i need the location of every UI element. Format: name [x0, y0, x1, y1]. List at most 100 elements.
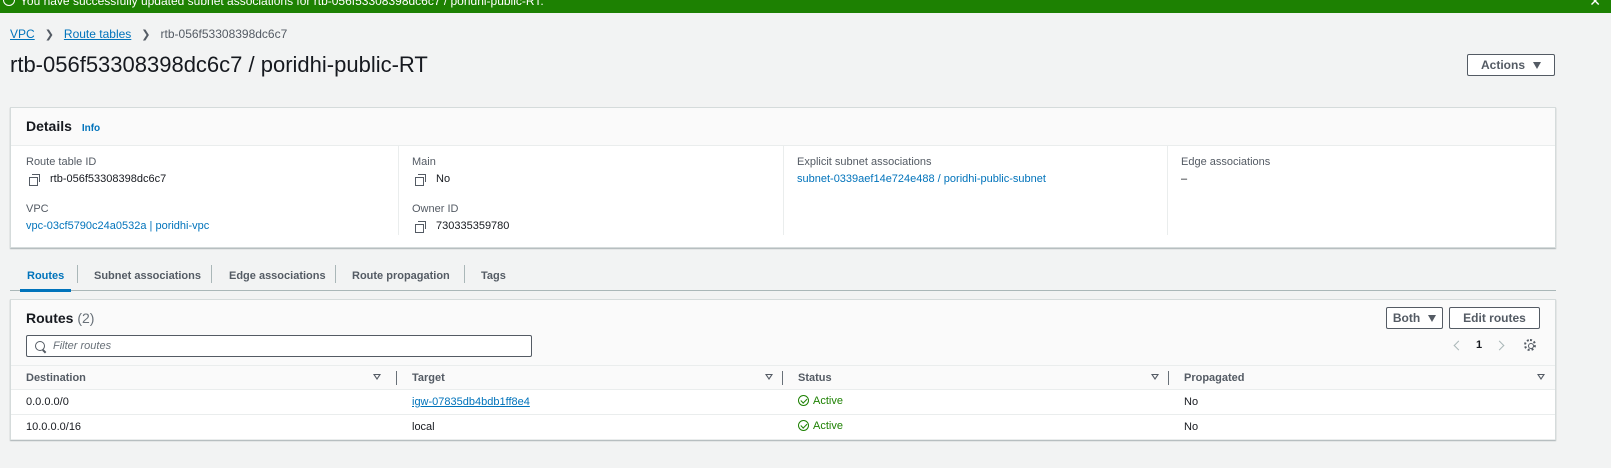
table-header-row: Destination Target Status Propagated: [11, 365, 1555, 390]
routes-count: (2): [77, 310, 95, 326]
page-number[interactable]: 1: [1476, 339, 1482, 351]
next-page-icon[interactable]: [1494, 340, 1505, 350]
banner-message: You have successfully updated subnet ass…: [20, 0, 544, 8]
tab-divider: [335, 265, 336, 283]
main-value: No: [415, 173, 451, 186]
breadcrumb-vpc[interactable]: VPC: [10, 27, 35, 41]
routes-title-text: Routes: [26, 310, 74, 326]
vpc-label: VPC: [26, 203, 49, 215]
info-link[interactable]: Info: [82, 123, 100, 134]
propagated-cell: No: [1169, 389, 1555, 415]
column-header-label: Target: [412, 371, 445, 384]
destination-cell: 0.0.0.0/0: [11, 389, 397, 415]
tab-routes[interactable]: Routes: [19, 262, 72, 292]
status-text: Active: [813, 419, 843, 432]
column-header-propagated[interactable]: Propagated: [1169, 365, 1555, 390]
column-header-target[interactable]: Target: [397, 365, 783, 390]
tab-route-propagation[interactable]: Route propagation: [352, 262, 450, 290]
tab-subnet-associations[interactable]: Subnet associations: [94, 262, 201, 290]
copy-icon[interactable]: [29, 173, 40, 186]
chevron-right-icon: ❯: [141, 28, 151, 41]
route-table-id-label: Route table ID: [26, 156, 97, 168]
pagination: 1: [1453, 336, 1505, 354]
sort-icon[interactable]: [1537, 374, 1545, 380]
close-icon[interactable]: ✕: [1589, 0, 1601, 10]
routes-header: Routes (2) Both Edit routes 1: [11, 300, 1555, 365]
column-header-label: Propagated: [1184, 371, 1245, 384]
chevron-right-icon: ❯: [44, 28, 54, 41]
tab-divider: [464, 265, 465, 283]
filter-routes-input[interactable]: [53, 340, 531, 352]
tab-divider: [77, 265, 78, 283]
details-panel: Details Info Route table ID rtb-056f5330…: [10, 107, 1556, 248]
filter-routes-field[interactable]: [26, 335, 532, 357]
actions-button[interactable]: Actions: [1467, 54, 1555, 76]
tab-tags[interactable]: Tags: [481, 262, 506, 290]
success-banner: You have successfully updated subnet ass…: [0, 0, 1611, 13]
copy-icon[interactable]: [415, 220, 426, 233]
column-header-label: Destination: [26, 371, 86, 384]
route-table-id-value: rtb-056f53308398dc6c7: [29, 173, 167, 186]
success-icon: [3, 0, 15, 6]
propagated-cell: No: [1169, 414, 1555, 440]
status-badge: Active: [798, 395, 843, 407]
status-cell: Active: [783, 389, 1169, 415]
gear-icon[interactable]: [1524, 339, 1536, 351]
column-header-status[interactable]: Status: [783, 365, 1169, 390]
main-text: No: [436, 173, 451, 185]
sort-icon[interactable]: [1151, 374, 1159, 380]
sort-icon[interactable]: [373, 374, 381, 380]
actions-label: Actions: [1480, 58, 1525, 72]
target-link[interactable]: igw-07835db4bdb1ff8e4: [412, 396, 530, 408]
both-label: Both: [1392, 311, 1421, 325]
edge-associations-value: –: [1181, 173, 1188, 185]
status-badge: Active: [798, 420, 843, 432]
edge-associations-label: Edge associations: [1181, 156, 1271, 168]
column-header-destination[interactable]: Destination: [11, 365, 397, 390]
destination-cell: 10.0.0.0/16: [11, 414, 397, 440]
owner-id-label: Owner ID: [412, 203, 459, 215]
edit-routes-label: Edit routes: [1463, 311, 1526, 325]
details-title: Details Info: [26, 118, 100, 134]
explicit-subnet-link[interactable]: subnet-0339aef14e724e488 / poridhi-publi…: [797, 173, 1046, 185]
table-row: 10.0.0.0/16 local Active No: [11, 414, 1555, 440]
table-row: 0.0.0.0/0 igw-07835db4bdb1ff8e4 Active N…: [11, 389, 1555, 415]
vpc-link[interactable]: vpc-03cf5790c24a0532a | poridhi-vpc: [26, 220, 209, 232]
breadcrumb-route-tables[interactable]: Route tables: [64, 27, 131, 41]
search-icon: [35, 340, 46, 352]
details-header: Details Info: [11, 108, 1555, 146]
details-col-2: Main No Owner ID 730335359780: [398, 146, 783, 235]
caret-down-icon: [1533, 61, 1541, 69]
route-table-id-text: rtb-056f53308398dc6c7: [50, 173, 167, 185]
status-text: Active: [813, 394, 843, 407]
column-header-label: Status: [798, 371, 832, 384]
status-cell: Active: [783, 414, 1169, 440]
owner-id-text: 730335359780: [436, 220, 510, 232]
owner-id-value: 730335359780: [415, 220, 510, 233]
main-label: Main: [412, 156, 436, 168]
both-select[interactable]: Both: [1386, 307, 1443, 329]
breadcrumb: VPC ❯ Route tables ❯ rtb-056f53308398dc6…: [10, 26, 287, 42]
check-circle-icon: [798, 420, 809, 432]
caret-down-icon: [1428, 314, 1437, 322]
breadcrumb-current: rtb-056f53308398dc6c7: [160, 27, 288, 41]
target-cell: igw-07835db4bdb1ff8e4: [397, 389, 783, 415]
sort-icon[interactable]: [765, 374, 773, 380]
explicit-subnet-label: Explicit subnet associations: [797, 156, 932, 168]
edit-routes-button[interactable]: Edit routes: [1449, 307, 1540, 329]
routes-table: Destination Target Status Propagated 0.0…: [11, 365, 1555, 440]
details-title-text: Details: [26, 118, 72, 134]
target-cell: local: [397, 414, 783, 440]
prev-page-icon[interactable]: [1453, 340, 1464, 350]
routes-title: Routes (2): [26, 310, 94, 326]
check-circle-icon: [798, 395, 809, 407]
page-title: rtb-056f53308398dc6c7 / poridhi-public-R…: [10, 52, 428, 77]
details-col-4: Edge associations –: [1167, 146, 1555, 235]
routes-panel: Routes (2) Both Edit routes 1 Destinatio…: [10, 299, 1556, 440]
tab-edge-associations[interactable]: Edge associations: [229, 262, 326, 290]
tabs-bar: Routes Subnet associations Edge associat…: [10, 262, 1556, 292]
details-col-3: Explicit subnet associations subnet-0339…: [783, 146, 1167, 235]
details-col-1: Route table ID rtb-056f53308398dc6c7 VPC…: [11, 146, 397, 235]
copy-icon[interactable]: [415, 173, 426, 186]
tab-divider: [211, 265, 212, 283]
